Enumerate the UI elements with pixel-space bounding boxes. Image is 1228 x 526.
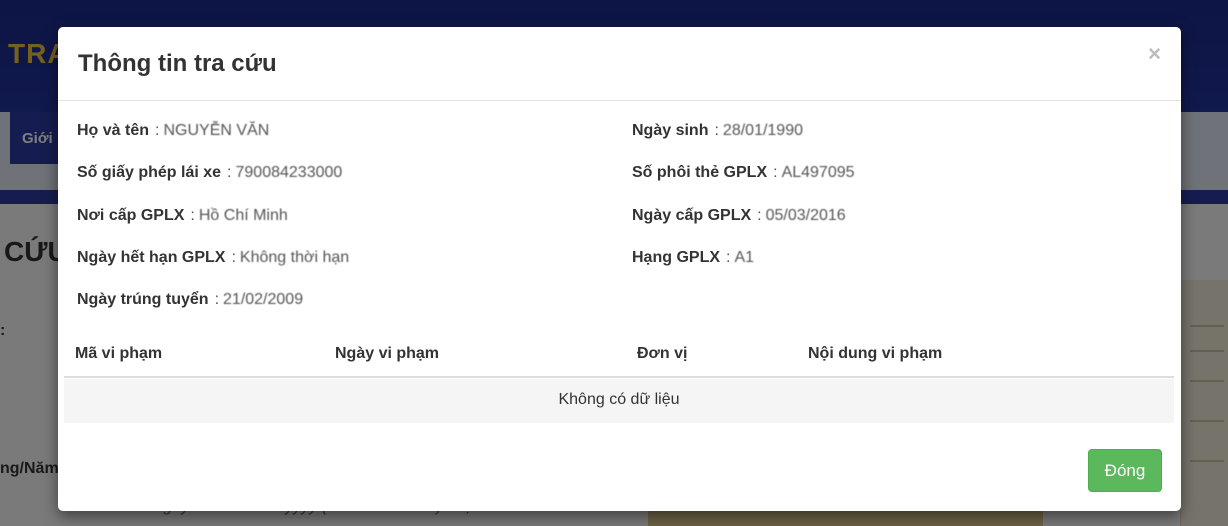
field-label: Họ và tên [77,122,150,139]
field-value: Hồ Chí Minh [198,207,288,224]
field-separator: : [773,164,778,181]
column-header-violation-date: Ngày vi phạm [335,345,440,362]
field-label: Nơi cấp GPLX [77,207,185,224]
field-separator: : [190,207,195,224]
field-label: Hạng GPLX [632,249,721,266]
field-issue-date: Ngày cấp GPLX:05/03/2016 [632,207,846,225]
field-separator: : [231,249,236,266]
field-full-name: Họ và tên: NGUYỄN VĂN [77,122,269,140]
field-value: 05/03/2016 [765,207,846,224]
field-separator: : [214,291,220,308]
field-label: Số phôi thẻ GPLX [632,164,768,181]
field-license-class: Hạng GPLX: A1 [632,249,754,267]
table-row: Không có dữ liệu [64,379,1174,423]
field-value: AL497095 [781,164,855,181]
field-value: Không thời hạn [239,249,350,266]
field-issue-place: Nơi cấp GPLX: Hồ Chí Minh [77,207,288,225]
field-separator: : [714,122,719,139]
column-header-violation-content: Nội dung vi phạm [808,345,943,362]
lookup-info-modal: Thông tin tra cứu × Họ và tên: NGUYỄN VĂN… [58,27,1181,511]
modal-title: Thông tin tra cứu [78,50,277,77]
modal-header: Thông tin tra cứu × [58,27,1181,101]
field-separator: : [227,164,232,181]
field-label: Ngày hết hạn GPLX [77,249,226,266]
field-separator: : [155,122,160,139]
close-button[interactable]: Đóng [1088,449,1162,492]
field-value: 28/01/1990 [722,122,803,139]
field-license-number: Số giấy phép lái xe:790084233000 [77,164,342,182]
field-value: A1 [734,249,755,266]
column-header-unit: Đơn vị [637,345,688,362]
field-label: Số giấy phép lái xe [77,164,222,181]
field-label: Ngày trúng tuyển [77,291,209,308]
field-value: 790084233000 [235,164,343,181]
field-value: NGUYỄN VĂN [163,122,270,139]
field-separator: : [726,249,731,266]
field-label: Ngày cấp GPLX [632,207,752,224]
field-pass-date: Ngày trúng tuyển:21/02/2009 [77,291,303,309]
field-card-serial: Số phôi thẻ GPLX: AL497095 [632,164,855,182]
violations-table-header: Mã vi phạm Ngày vi phạm Đơn vị Nội dung … [64,337,1174,378]
close-icon[interactable]: × [1148,43,1161,65]
field-value: 21/02/2009 [223,291,304,308]
field-separator: : [757,207,762,224]
empty-table-message: Không có dữ liệu [558,391,680,408]
field-label: Ngày sinh [632,122,709,139]
field-birth-date: Ngày sinh:28/01/1990 [632,122,803,140]
field-expiry-date: Ngày hết hạn GPLX: Không thời hạn [77,249,349,267]
column-header-violation-code: Mã vi phạm [75,345,163,362]
